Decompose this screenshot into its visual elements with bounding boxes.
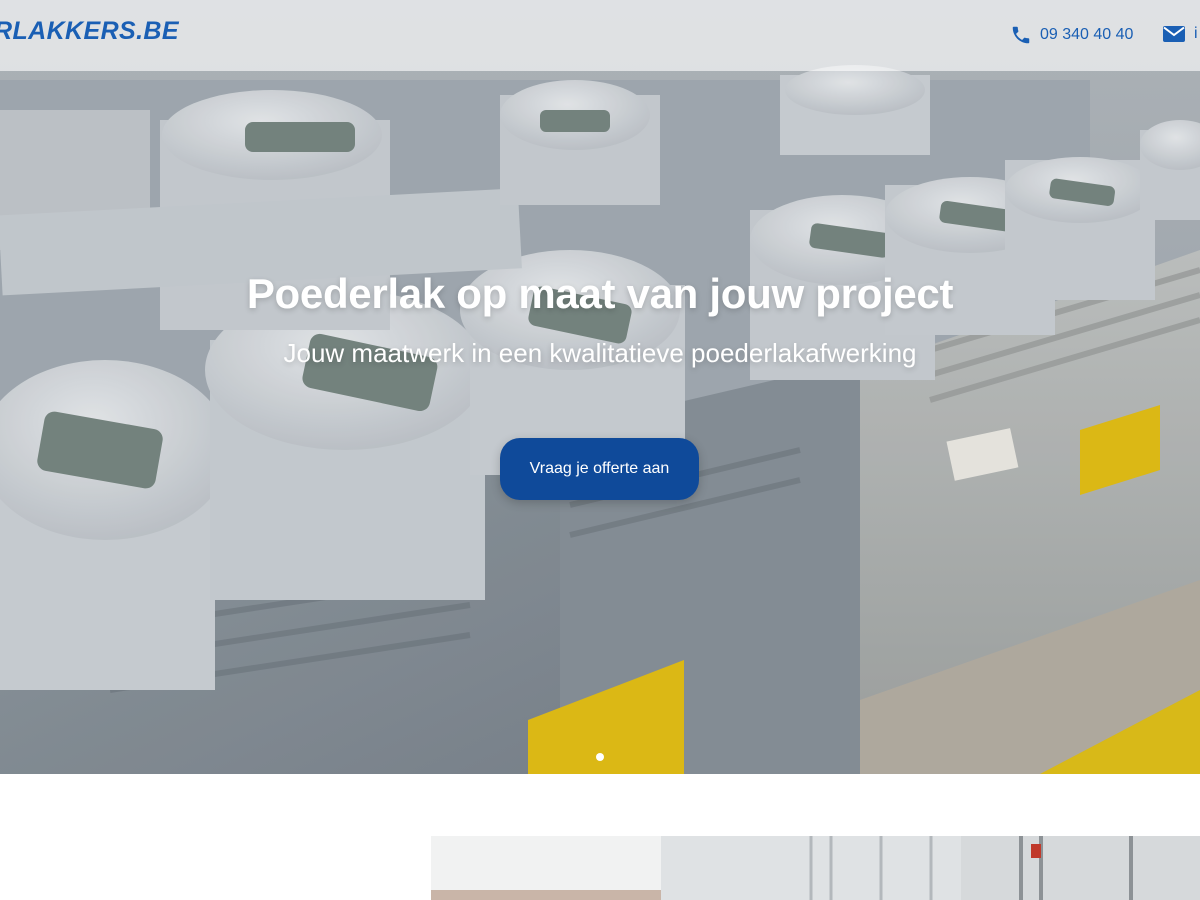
slider-pagination (0, 748, 1200, 766)
request-quote-button[interactable]: Vraag je offerte aan (500, 438, 699, 500)
hero-title: Poederlak op maat van jouw project (246, 270, 954, 317)
hero-background-image (0, 0, 1200, 774)
page: Poederlak op maat van jouw project Jouw … (0, 0, 1200, 900)
phone-number: 09 340 40 40 (1040, 26, 1134, 43)
hero-text-block: Poederlak op maat van jouw project Jouw … (0, 270, 1200, 369)
hero-slider: Poederlak op maat van jouw project Jouw … (0, 0, 1200, 774)
email-address: i (1194, 25, 1198, 42)
phone-icon (1012, 26, 1030, 44)
email-link[interactable]: i (1162, 24, 1198, 44)
slider-dot-active[interactable] (596, 753, 604, 761)
hero-subtitle: Jouw maatwerk in een kwalitatieve poeder… (283, 338, 917, 368)
workshop-image (431, 836, 1200, 900)
envelope-icon (1163, 26, 1185, 42)
content-section (0, 774, 1200, 900)
site-header: RLAKKERS.BE 09 340 40 40 i (0, 0, 1200, 71)
phone-link[interactable]: 09 340 40 40 (1010, 24, 1133, 46)
site-logo[interactable]: RLAKKERS.BE (0, 17, 179, 46)
